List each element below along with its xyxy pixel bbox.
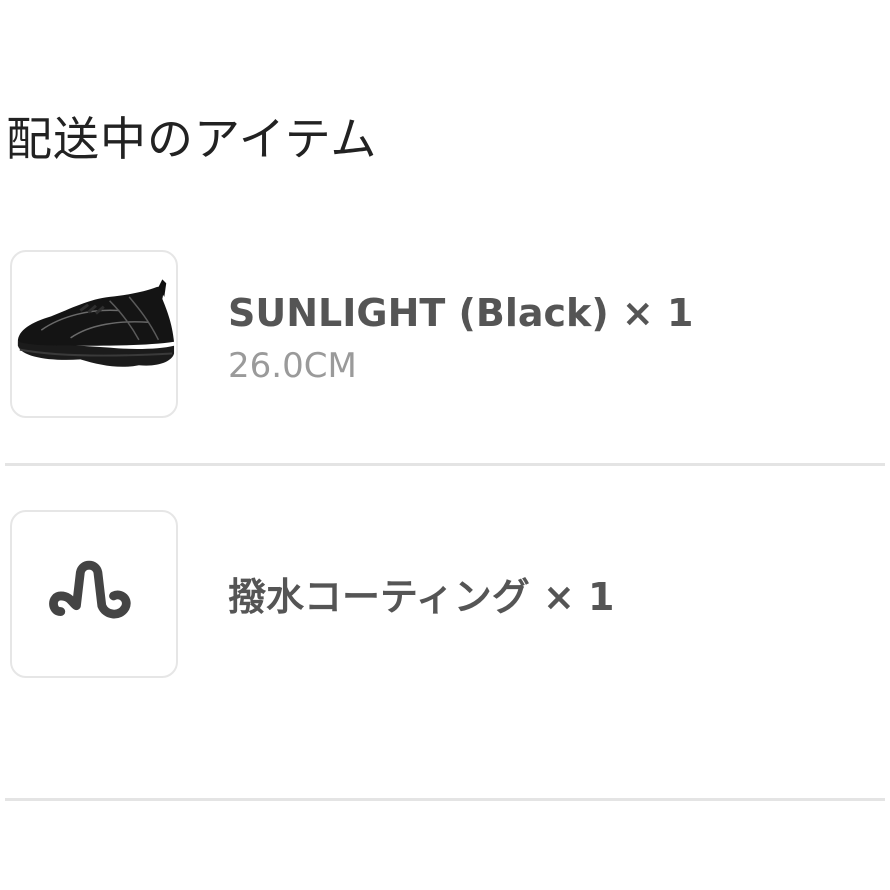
item-thumbnail[interactable] bbox=[10, 250, 178, 418]
item-thumbnail[interactable] bbox=[10, 510, 178, 678]
divider bbox=[5, 798, 885, 801]
shipping-item-sneaker[interactable]: SUNLIGHT (Black) × 1 26.0CM bbox=[0, 250, 890, 420]
page-title: 配送中のアイテム bbox=[6, 112, 378, 166]
item-name[interactable]: SUNLIGHT (Black) × 1 bbox=[228, 290, 693, 336]
shipping-item-coating[interactable]: 撥水コーティング × 1 bbox=[0, 510, 890, 680]
divider bbox=[5, 463, 885, 466]
item-name[interactable]: 撥水コーティング × 1 bbox=[228, 574, 614, 620]
water-repellent-coating-icon bbox=[49, 560, 131, 619]
item-size: 26.0CM bbox=[228, 346, 357, 386]
sneaker-icon bbox=[17, 279, 175, 367]
